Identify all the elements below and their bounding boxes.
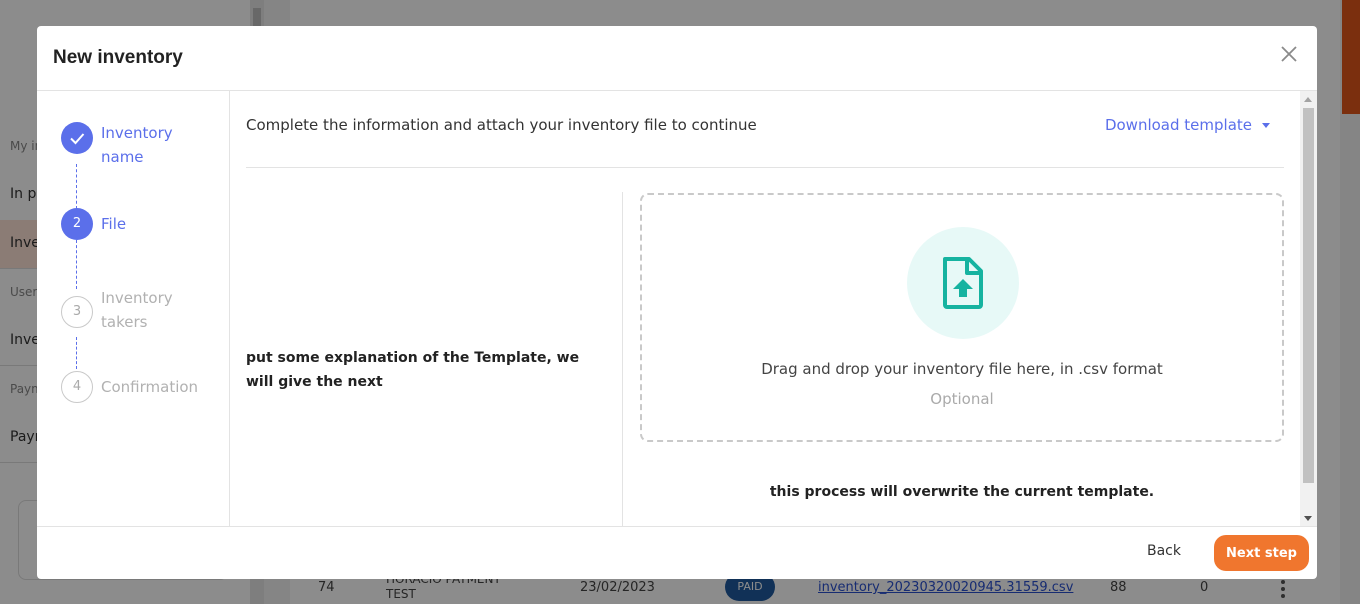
step-connector <box>76 240 77 289</box>
dropzone-instructions: Drag and drop your inventory file here, … <box>761 360 1163 378</box>
back-button[interactable]: Back <box>1147 543 1181 559</box>
step-number: 3 <box>61 296 93 328</box>
step-label: File <box>101 215 127 233</box>
step-label: Inventory name <box>101 124 173 166</box>
download-template-button[interactable]: Download template <box>1105 116 1270 134</box>
step-number: 4 <box>61 371 93 403</box>
next-step-button[interactable]: Next step <box>1214 535 1309 571</box>
step-label: Inventory takers <box>101 289 173 331</box>
content-scrollbar[interactable] <box>1300 91 1317 527</box>
modal-title: New inventory <box>53 47 183 68</box>
step-label: Confirmation <box>101 378 199 396</box>
stepper: Inventory name 2 File 3 Inventory takers 4… <box>37 91 230 527</box>
caret-down-icon <box>1262 123 1270 128</box>
step-connector <box>76 164 77 209</box>
new-inventory-modal: New inventory Inventory name 2 File 3 Inv… <box>37 26 1317 579</box>
scroll-thumb[interactable] <box>1303 108 1314 483</box>
modal-content: Complete the information and attach your… <box>230 91 1300 527</box>
step-connector <box>76 337 77 369</box>
info-bar: Complete the information and attach your… <box>246 91 1284 168</box>
modal-header: New inventory <box>37 26 1317 91</box>
download-template-label: Download template <box>1104 116 1252 134</box>
dropzone-optional: Optional <box>930 390 994 408</box>
file-dropzone[interactable]: Drag and drop your inventory file here, … <box>640 193 1284 442</box>
scroll-down-icon[interactable] <box>1304 516 1312 521</box>
scroll-up-icon[interactable] <box>1304 97 1312 102</box>
close-icon[interactable] <box>1279 44 1299 64</box>
template-explanation: put some explanation of the Template, we… <box>246 350 580 390</box>
modal-footer: Back Next step <box>37 526 1317 579</box>
overwrite-notice: this process will overwrite the current … <box>769 484 1155 500</box>
explanation-column: put some explanation of the Template, we… <box>230 192 623 527</box>
check-icon <box>61 122 93 154</box>
instructions-text: Complete the information and attach your… <box>246 116 757 134</box>
step-number: 2 <box>61 208 93 240</box>
upload-file-icon <box>907 227 1019 339</box>
